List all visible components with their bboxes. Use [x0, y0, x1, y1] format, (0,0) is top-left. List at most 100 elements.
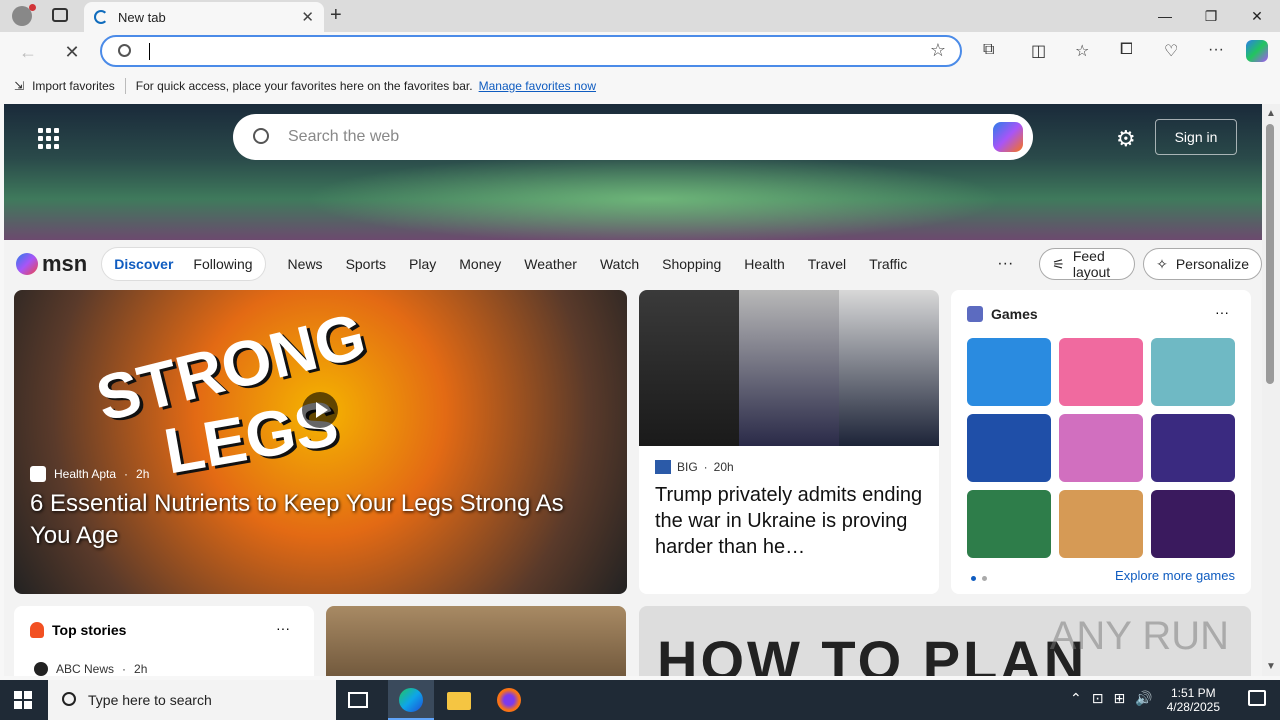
- tab-following[interactable]: Following: [193, 256, 252, 272]
- more-categories-button[interactable]: ···: [997, 255, 1013, 273]
- game-tile[interactable]: [967, 414, 1051, 482]
- system-tray: ⌃ ⊡ ⊞ 🔊: [1070, 690, 1153, 707]
- split-screen-icon[interactable]: ◫: [1031, 41, 1046, 61]
- notifications-icon[interactable]: [1248, 690, 1266, 706]
- close-tab-icon[interactable]: ✕: [301, 8, 314, 26]
- scroll-up-icon[interactable]: ▲: [1266, 108, 1276, 119]
- game-tile[interactable]: [1059, 490, 1143, 558]
- profile-avatar[interactable]: [12, 4, 36, 26]
- article-card-image[interactable]: [326, 606, 626, 676]
- article-headline[interactable]: Trump privately admits ending the war in…: [655, 482, 927, 560]
- pager-dot[interactable]: [982, 576, 987, 581]
- minimize-button[interactable]: —: [1142, 0, 1188, 32]
- msn-logo[interactable]: msn: [16, 251, 87, 277]
- stop-loading-button[interactable]: ✕: [60, 40, 84, 64]
- game-tile[interactable]: [1151, 414, 1235, 482]
- close-window-button[interactable]: ✕: [1234, 0, 1280, 32]
- nav-news[interactable]: News: [288, 256, 323, 272]
- nav-money[interactable]: Money: [459, 256, 501, 272]
- top-stories-title: Top stories: [52, 622, 127, 638]
- nav-play[interactable]: Play: [409, 256, 436, 272]
- category-links: News Sports Play Money Weather Watch Sho…: [288, 256, 908, 272]
- extensions-icon[interactable]: ⧉: [983, 41, 994, 59]
- more-options-icon[interactable]: ···: [276, 620, 290, 636]
- more-options-icon[interactable]: ···: [1215, 304, 1229, 320]
- pager-dot[interactable]: [971, 576, 976, 581]
- app-launcher-icon[interactable]: [38, 128, 59, 149]
- article-card-image[interactable]: HOW TO PLAN ANY RUN: [639, 606, 1251, 676]
- game-tile[interactable]: [1151, 490, 1235, 558]
- back-button[interactable]: ←: [16, 40, 40, 64]
- web-search-box[interactable]: Search the web: [233, 114, 1033, 160]
- performance-icon[interactable]: ♡: [1164, 41, 1178, 61]
- edge-icon: [399, 688, 423, 712]
- separator-dot: ·: [124, 467, 129, 481]
- game-tile[interactable]: [967, 490, 1051, 558]
- explore-more-games-link[interactable]: Explore more games: [1115, 568, 1235, 583]
- top-stories-header: Top stories: [30, 622, 126, 638]
- tab-actions-icon[interactable]: [52, 8, 68, 22]
- nav-travel[interactable]: Travel: [808, 256, 846, 272]
- clock[interactable]: 1:51 PM 4/28/2025: [1167, 686, 1220, 714]
- play-icon[interactable]: [302, 392, 338, 428]
- tab-title: New tab: [118, 9, 166, 25]
- search-icon: [118, 44, 131, 57]
- photo-panel: [739, 290, 839, 446]
- volume-icon[interactable]: 🔊: [1135, 690, 1152, 707]
- wifi-icon[interactable]: ⊞: [1113, 690, 1125, 707]
- nav-watch[interactable]: Watch: [600, 256, 639, 272]
- game-tile[interactable]: [1059, 414, 1143, 482]
- nav-health[interactable]: Health: [744, 256, 784, 272]
- edge-taskbar-button[interactable]: [388, 680, 434, 720]
- favorites-icon[interactable]: ☆: [1075, 41, 1089, 61]
- feed-layout-button[interactable]: ⚟ Feed layout: [1039, 248, 1136, 280]
- restore-button[interactable]: ❐: [1188, 0, 1234, 32]
- new-tab-button[interactable]: +: [330, 4, 342, 27]
- file-explorer-icon[interactable]: [447, 692, 471, 710]
- game-tile[interactable]: [967, 338, 1051, 406]
- more-menu-icon[interactable]: ···: [1208, 41, 1224, 59]
- tab-new-tab[interactable]: New tab ✕: [84, 2, 324, 32]
- settings-gear-icon[interactable]: ⚙: [1116, 126, 1136, 152]
- manage-favorites-link[interactable]: Manage favorites now: [479, 79, 596, 93]
- nav-traffic[interactable]: Traffic: [869, 256, 907, 272]
- article-headline[interactable]: 6 Essential Nutrients to Keep Your Legs …: [30, 488, 600, 552]
- favorite-star-icon[interactable]: ☆: [930, 40, 946, 61]
- games-icon: [967, 306, 983, 322]
- article-source: BIG · 20h: [655, 460, 734, 474]
- address-bar[interactable]: ☆: [100, 35, 962, 67]
- scroll-down-icon[interactable]: ▼: [1266, 661, 1276, 672]
- taskbar-search[interactable]: Type here to search: [48, 680, 336, 720]
- msn-logo-text: msn: [42, 251, 88, 276]
- publisher-logo: [655, 460, 671, 474]
- scrollbar-thumb[interactable]: [1266, 124, 1274, 384]
- task-view-icon[interactable]: [348, 692, 368, 708]
- personalize-button[interactable]: ✧ Personalize: [1143, 248, 1262, 280]
- nav-shopping[interactable]: Shopping: [662, 256, 721, 272]
- news-article-card[interactable]: BIG · 20h Trump privately admits ending …: [639, 290, 939, 594]
- import-favorites-label: Import favorites: [32, 79, 115, 93]
- collections-icon[interactable]: ⧠: [1120, 41, 1133, 59]
- network-icon[interactable]: ⊡: [1092, 690, 1104, 707]
- game-tile[interactable]: [1059, 338, 1143, 406]
- games-card: Games ··· Explore more games: [951, 290, 1251, 594]
- copilot-icon[interactable]: [1246, 40, 1268, 62]
- featured-article-card[interactable]: STRONG LEGS Health Apta · 2h 6 Essential…: [14, 290, 627, 594]
- games-title: Games: [991, 306, 1038, 322]
- feed-layout-label: Feed layout: [1072, 248, 1111, 280]
- firefox-icon[interactable]: [497, 688, 521, 712]
- games-header: Games: [967, 306, 1038, 322]
- import-favorites-button[interactable]: ⇲ Import favorites: [14, 79, 115, 93]
- search-icon: [62, 692, 76, 706]
- copilot-icon[interactable]: [993, 122, 1023, 152]
- tab-discover[interactable]: Discover: [114, 256, 173, 272]
- start-button[interactable]: [14, 691, 32, 709]
- page-scrollbar[interactable]: ▲ ▼: [1262, 104, 1280, 676]
- sign-in-button[interactable]: Sign in: [1155, 119, 1237, 155]
- nav-sports[interactable]: Sports: [346, 256, 386, 272]
- nav-weather[interactable]: Weather: [524, 256, 577, 272]
- import-icon: ⇲: [14, 79, 25, 93]
- chevron-up-icon[interactable]: ⌃: [1070, 690, 1082, 707]
- feed-toggle: Discover Following: [101, 247, 266, 281]
- game-tile[interactable]: [1151, 338, 1235, 406]
